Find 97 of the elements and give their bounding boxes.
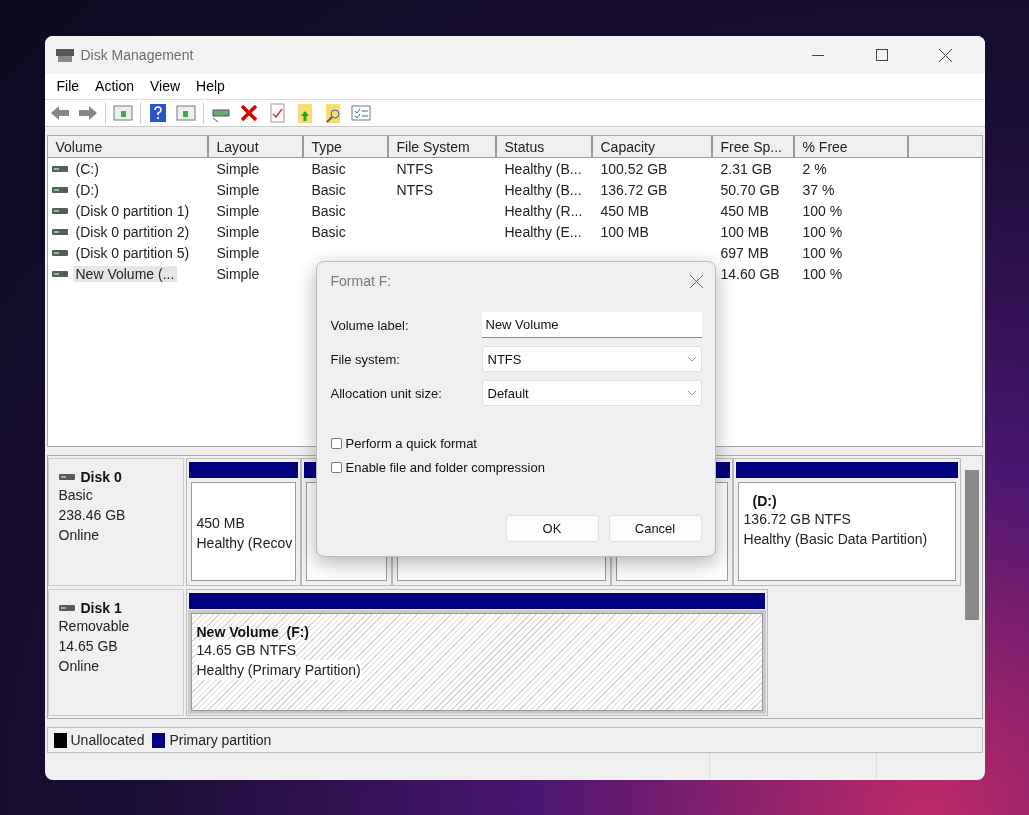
partition-block[interactable]: New Volume (F:) 14.65 GB NTFS Healthy (Primary Partition) (185, 588, 769, 717)
drive-icon (58, 473, 75, 482)
menu-item[interactable]: File (48, 78, 88, 95)
partition-detail: Healthy (Primary Partition) (196, 659, 361, 680)
chevron-down-icon (687, 390, 696, 396)
table-cell-text: 100.52 GB (599, 160, 669, 177)
disk-detail: Online (58, 526, 100, 546)
table-cell-text: 37 % (801, 181, 836, 198)
legend-label: Primary partition (169, 732, 272, 749)
disk-detail: Removable (58, 616, 131, 636)
table-cell-text: Simple (215, 160, 261, 177)
scrollbar[interactable] (961, 456, 982, 719)
drive-label[interactable]: (Disk 0 partition 2) (72, 223, 193, 240)
menu-item[interactable]: Action (87, 78, 142, 95)
legend-label: Unallocated (70, 732, 145, 749)
table-cell-text: Basic (310, 202, 347, 219)
column-header[interactable]: Status (496, 136, 593, 159)
drive-icon (51, 248, 68, 257)
checkbox-label: Enable file and folder compression (345, 460, 545, 475)
chevron-down-icon (687, 356, 696, 362)
dialog-button[interactable]: OK (505, 515, 599, 542)
table-cell-text: Healthy (E... (503, 223, 583, 240)
dialog-title: Format F: (330, 273, 392, 289)
checkbox-label: Perform a quick format (345, 436, 477, 451)
disk-drive-icon (54, 47, 75, 63)
table-cell-text: 100 MB (719, 223, 770, 240)
table-cell-text: 697 MB (719, 244, 770, 261)
close-icon (939, 48, 952, 62)
table-cell-text: 14.60 GB (719, 265, 781, 282)
partition-title: (D:) (751, 493, 777, 510)
dialog-button[interactable]: Cancel (608, 515, 702, 542)
table-cell-text: NTFS (395, 181, 435, 198)
volume-label-field[interactable]: New Volume (481, 312, 702, 338)
drive-icon (51, 185, 68, 194)
table-cell-text: Basic (310, 181, 347, 198)
drive-icon (51, 269, 68, 278)
field-label: File system: (330, 351, 401, 367)
column-header[interactable]: Type (303, 136, 389, 159)
table-cell-text: 100 % (801, 244, 844, 261)
drive-label[interactable]: New Volume (... (72, 265, 178, 282)
drive-icon (51, 206, 68, 215)
table-cell-text: 2 % (801, 160, 828, 177)
disk-detail: Online (58, 656, 100, 676)
disk-detail: 238.46 GB (58, 506, 127, 526)
table-cell-text: Simple (215, 265, 261, 282)
menu-item[interactable]: Help (188, 78, 233, 95)
table-cell-text: 100 % (801, 202, 844, 219)
table-cell-text: Simple (215, 223, 261, 240)
column-header[interactable]: Free Sp... (712, 136, 795, 159)
drive-label[interactable]: (Disk 0 partition 5) (72, 244, 193, 261)
dropdown[interactable]: Default (481, 380, 702, 406)
column-header[interactable]: Layout (208, 136, 304, 159)
drive-label[interactable]: (Disk 0 partition 1) (72, 202, 193, 219)
partition-title: New Volume (F:) (196, 623, 310, 640)
maximize-icon (875, 49, 888, 61)
drive-label[interactable]: (D:) (72, 181, 102, 198)
column-header[interactable]: % Free (794, 136, 909, 159)
dropdown[interactable]: NTFS (481, 346, 702, 372)
table-cell-text: 136.72 GB (599, 181, 669, 198)
column-header[interactable]: File System (388, 136, 497, 159)
table-cell-text: 100 % (801, 265, 844, 282)
disk-name: Disk 0 (80, 469, 122, 486)
disk-detail: Basic (58, 486, 94, 506)
table-cell-text: Healthy (R... (503, 202, 584, 219)
field-label: Allocation unit size: (330, 385, 443, 401)
drive-icon (58, 603, 75, 612)
table-cell-text: 50.70 GB (719, 181, 781, 198)
window-title: Disk Management (80, 47, 195, 63)
table-cell-text: 450 MB (599, 202, 650, 219)
table-cell-text: Simple (215, 202, 261, 219)
minimize-icon (811, 54, 824, 56)
partition-block[interactable]: (D:) 136.72 GB NTFS Healthy (Basic Data Partition) (732, 458, 962, 586)
table-cell-text: Simple (215, 181, 261, 198)
table-cell-text: Healthy (B... (503, 181, 583, 198)
drive-icon (51, 227, 68, 236)
close-icon[interactable] (689, 274, 703, 288)
table-cell-text: Healthy (B... (503, 160, 583, 177)
table-cell-text: 2.31 GB (719, 160, 773, 177)
partition-detail: 14.65 GB NTFS (196, 639, 297, 660)
column-header[interactable]: Volume (47, 136, 209, 159)
column-header[interactable]: Capacity (592, 136, 713, 159)
table-cell-text: Basic (310, 223, 347, 240)
table-cell-text: Simple (215, 244, 261, 261)
table-cell-text: 100 % (801, 223, 844, 240)
checkbox[interactable] (330, 462, 342, 473)
table-cell-text: NTFS (395, 160, 435, 177)
drive-icon (51, 164, 68, 173)
drive-label[interactable]: (C:) (72, 160, 102, 177)
disk-detail: 14.65 GB (58, 636, 119, 656)
disk-name: Disk 1 (80, 599, 122, 616)
menu-item[interactable]: View (142, 78, 189, 95)
table-cell-text: Basic (310, 160, 347, 177)
table-cell-text: 450 MB (719, 202, 770, 219)
field-label: Volume label: (330, 317, 410, 333)
partition-block[interactable]: 450 MB Healthy (Recov (185, 458, 302, 586)
table-cell-text: 100 MB (599, 223, 650, 240)
checkbox[interactable] (330, 438, 342, 449)
